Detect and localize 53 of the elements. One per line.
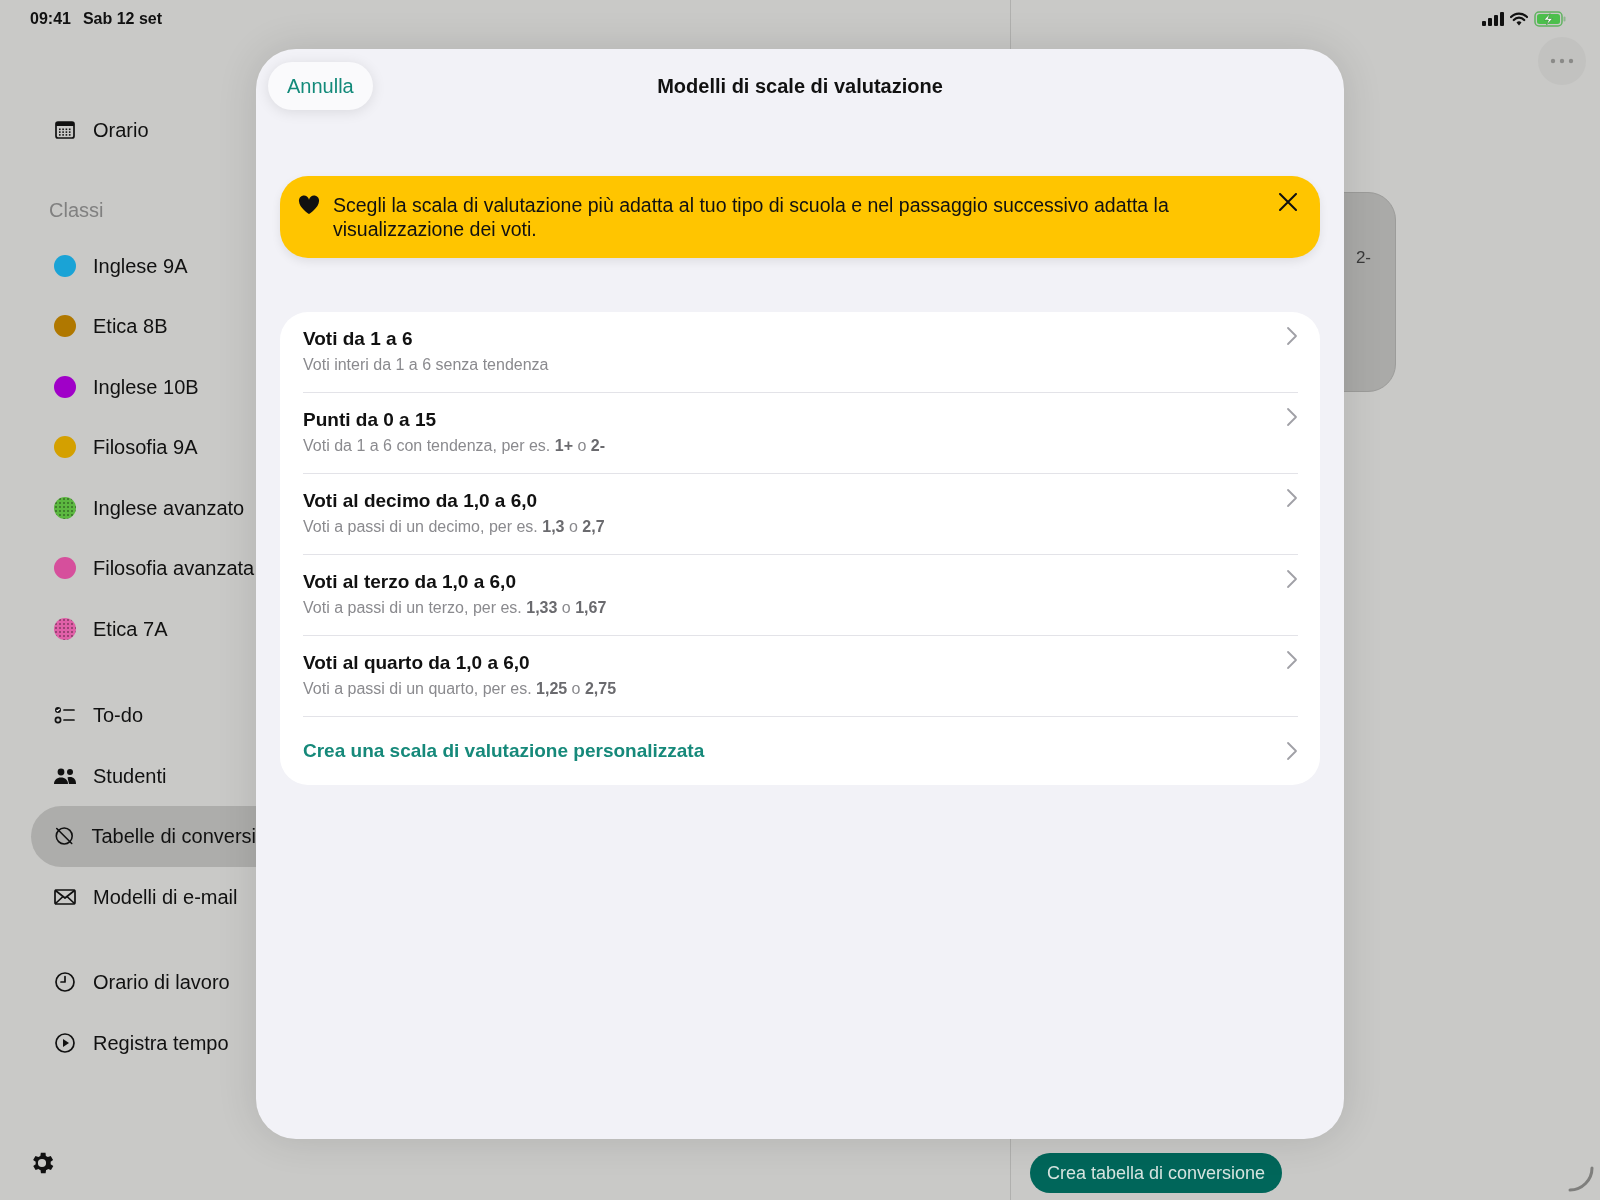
sidebar-item[interactable]: Inglese 10B bbox=[31, 356, 256, 417]
status-time: 09:41 bbox=[30, 9, 71, 29]
scale-option[interactable]: Voti al terzo da 1,0 a 6,0 Voti a passi di un terzo, per es. 1,33 o 1,67 bbox=[303, 555, 1298, 636]
chevron-right-icon bbox=[1286, 488, 1298, 508]
sidebar-item[interactable]: Filosofia avanzata bbox=[31, 538, 256, 599]
banner-text: Scegli la scala di valutazione più adatta al tuo tipo di scuola e nel passaggio successivo adatta la visualizzazione dei voti. bbox=[333, 193, 1170, 241]
wifi-icon bbox=[1510, 12, 1528, 26]
option-title: Voti al quarto da 1,0 a 6,0 bbox=[303, 651, 531, 675]
sidebar-item[interactable]: Registra tempo bbox=[31, 1012, 256, 1073]
sidebar-item[interactable]: Etica 8B bbox=[31, 296, 256, 357]
scale-option[interactable]: Voti al quarto da 1,0 a 6,0 Voti a passi di un quarto, per es. 1,25 o 2,75 bbox=[303, 636, 1298, 717]
close-icon bbox=[1279, 193, 1297, 211]
ellipsis-icon bbox=[1550, 58, 1574, 64]
section-heading: Classi bbox=[49, 197, 105, 223]
option-description: Voti interi da 1 a 6 senza tendenza bbox=[303, 355, 550, 375]
create-table-button[interactable]: Crea tabella di conversione bbox=[1030, 1153, 1283, 1193]
option-description: Voti a passi di un terzo, per es. 1,33 o 1,67 bbox=[303, 598, 608, 618]
sidebar-item[interactable]: Studenti bbox=[31, 745, 256, 806]
sidebar-item[interactable]: Orario bbox=[31, 100, 256, 161]
option-title: Voti da 1 a 6 bbox=[303, 327, 414, 351]
modal-title: Modelli di scale di valutazione bbox=[657, 74, 943, 99]
create-custom-scale-link[interactable]: Crea una scala di valutazione personalizzata bbox=[303, 717, 1298, 785]
sidebar-item[interactable]: Tabelle di conversi bbox=[31, 806, 256, 867]
chevron-right-icon bbox=[1286, 569, 1298, 589]
clock-icon bbox=[53, 970, 77, 995]
battery-charging-icon bbox=[1534, 11, 1566, 27]
sidebar-item[interactable]: To-do bbox=[31, 685, 256, 746]
play-circle-icon bbox=[53, 1030, 77, 1055]
option-title: Voti al terzo da 1,0 a 6,0 bbox=[303, 570, 517, 594]
card-text: 2- bbox=[1355, 247, 1371, 267]
option-description: Voti a passi di un decimo, per es. 1,3 o 2,7 bbox=[303, 517, 606, 537]
sidebar-item[interactable]: Etica 7A bbox=[31, 598, 256, 659]
scale-option[interactable]: Voti da 1 a 6 Voti interi da 1 a 6 senza tendenza bbox=[303, 312, 1298, 393]
sidebar-item[interactable]: Filosofia 9A bbox=[31, 417, 256, 478]
cancel-button[interactable]: Annulla bbox=[268, 62, 373, 110]
option-title: Voti al decimo da 1,0 a 6,0 bbox=[303, 489, 539, 513]
sidebar-item[interactable]: Modelli di e-mail bbox=[31, 866, 256, 927]
option-description: Voti da 1 a 6 con tendenza, per es. 1+ o 2- bbox=[303, 436, 606, 456]
option-description: Voti a passi di un quarto, per es. 1,25 o 2,75 bbox=[303, 679, 618, 699]
sidebar-item[interactable]: Inglese 9A bbox=[31, 235, 256, 296]
scale-option[interactable]: Punti da 0 a 15 Voti da 1 a 6 con tendenza, per es. 1+ o 2- bbox=[303, 393, 1298, 474]
heart-icon bbox=[298, 195, 320, 215]
chevron-right-icon bbox=[1286, 741, 1298, 761]
status-date: Sab 12 set bbox=[82, 9, 163, 29]
close-button[interactable] bbox=[1276, 190, 1300, 214]
sidebar-item[interactable]: Inglese avanzato bbox=[31, 477, 256, 538]
chevron-right-icon bbox=[1286, 407, 1298, 427]
chevron-right-icon bbox=[1286, 650, 1298, 670]
sidebar-item[interactable]: Orario di lavoro bbox=[31, 952, 256, 1013]
option-title: Punti da 0 a 15 bbox=[303, 408, 438, 432]
scale-option[interactable]: Voti al decimo da 1,0 a 6,0 Voti a passi di un decimo, per es. 1,3 o 2,7 bbox=[303, 474, 1298, 555]
signal-icon bbox=[1482, 12, 1504, 26]
chevron-right-icon bbox=[1286, 326, 1298, 346]
